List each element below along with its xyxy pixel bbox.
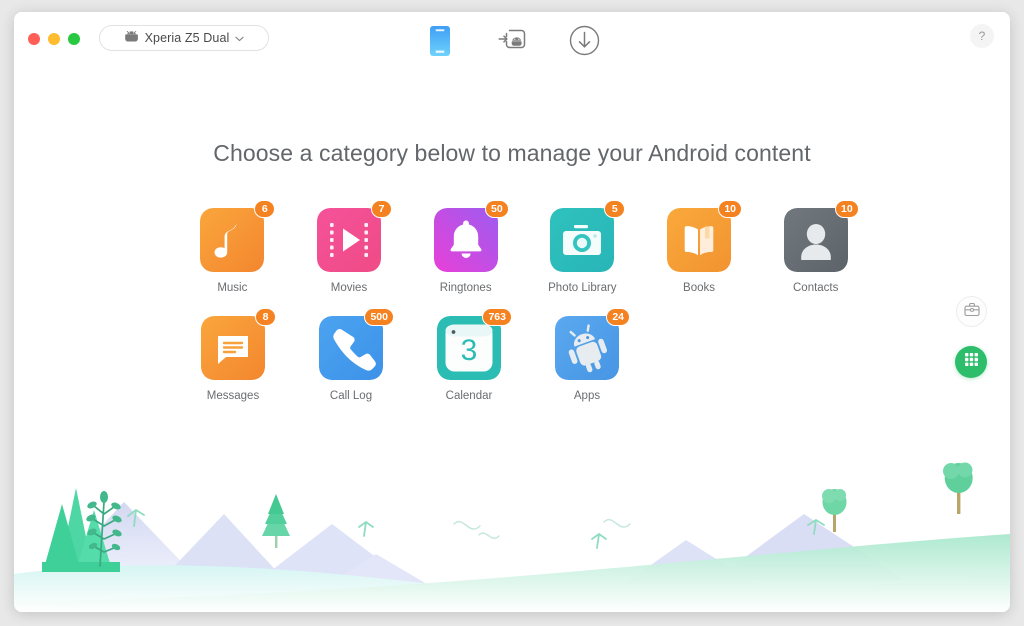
device-name: Xperia Z5 Dual (144, 31, 230, 45)
category-label: Photo Library (548, 282, 617, 294)
badge-count: 10 (835, 200, 859, 218)
phone-tab[interactable] (421, 24, 459, 62)
icon-wrap: 500 (319, 308, 394, 380)
badge-count: 50 (484, 200, 509, 218)
chevron-down-icon (235, 29, 244, 47)
download-circle-icon (569, 25, 600, 61)
contacts-tile (783, 208, 848, 272)
help-icon: ? (978, 29, 986, 43)
grid-icon (964, 352, 979, 372)
category-grid: 6 Music 7 Movies 50 Ringtones 5 Photo Li… (174, 200, 874, 424)
landscape-illustration (14, 462, 1010, 612)
android-import-icon (496, 27, 528, 60)
category-music[interactable]: 6 Music (174, 200, 291, 294)
category-call-log[interactable]: 500 Call Log (292, 308, 410, 402)
category-movies[interactable]: 7 Movies (291, 200, 408, 294)
category-label: Contacts (793, 282, 839, 294)
books-tile (667, 208, 732, 272)
movies-tile (317, 208, 381, 272)
titlebar: Xperia Z5 Dual ? (14, 12, 1010, 70)
phone-icon (429, 25, 451, 62)
category-messages[interactable]: 8 Messages (174, 308, 292, 402)
icon-wrap: 7 (317, 200, 392, 272)
badge-count: 500 (364, 308, 394, 326)
badge-count: 6 (254, 200, 276, 218)
badge-count: 7 (371, 200, 392, 218)
category-label: Movies (330, 282, 368, 294)
icon-wrap: 24 (555, 308, 630, 380)
minimize-button[interactable] (48, 33, 60, 45)
category-label: Call Log (329, 390, 373, 402)
ringtones-tile (433, 208, 498, 272)
category-label: Music (217, 282, 248, 294)
device-selector[interactable]: Xperia Z5 Dual (99, 25, 269, 51)
icon-wrap: 5 (550, 200, 626, 272)
music-tile (200, 208, 265, 272)
category-contacts[interactable]: 10 Contacts (757, 200, 874, 294)
icon-wrap: 50 (433, 200, 509, 272)
icon-wrap: 10 (783, 200, 859, 272)
zoom-button[interactable] (68, 33, 80, 45)
page-title: Choose a category below to manage your A… (213, 140, 811, 166)
app-window: Xperia Z5 Dual ? Choose a category below… (14, 12, 1010, 612)
svg-text:3: 3 (461, 334, 478, 367)
category-label: Apps (573, 390, 601, 402)
badge-count: 763 (482, 308, 512, 326)
apps-tile (555, 316, 619, 380)
toolbox-icon (963, 302, 980, 322)
icon-wrap: 6 (200, 200, 276, 272)
category-ringtones[interactable]: 50 Ringtones (407, 200, 524, 294)
icon-wrap: 3 763 (437, 308, 512, 380)
badge-count: 5 (604, 200, 626, 218)
category-label: Ringtones (439, 282, 492, 294)
badge-count: 8 (255, 308, 276, 326)
category-label: Calendar (445, 390, 493, 402)
category-label: Books (683, 282, 715, 294)
category-row: 6 Music 7 Movies 50 Ringtones 5 Photo Li… (174, 200, 874, 294)
category-photo-library[interactable]: 5 Photo Library (524, 200, 641, 294)
messages-tile (201, 316, 265, 380)
category-label: Messages (206, 390, 260, 402)
badge-count: 24 (606, 308, 630, 326)
apps-grid-button[interactable] (955, 346, 987, 378)
category-calendar[interactable]: 3 763 Calendar (410, 308, 528, 402)
toolbox-button[interactable] (956, 296, 987, 327)
android-head-icon (124, 29, 139, 47)
import-android-tab[interactable] (493, 24, 531, 62)
category-books[interactable]: 10 Books (641, 200, 758, 294)
category-row: 8 Messages 500 Call Log 3 763 Calendar 2… (174, 308, 874, 402)
icon-wrap: 10 (667, 200, 743, 272)
badge-count: 10 (718, 200, 743, 218)
icon-wrap: 8 (201, 308, 276, 380)
category-apps[interactable]: 24 Apps (528, 308, 646, 402)
photo-library-tile (550, 208, 615, 272)
download-tab[interactable] (565, 24, 603, 62)
traffic-lights (28, 33, 80, 45)
close-button[interactable] (28, 33, 40, 45)
help-button[interactable]: ? (970, 24, 994, 48)
